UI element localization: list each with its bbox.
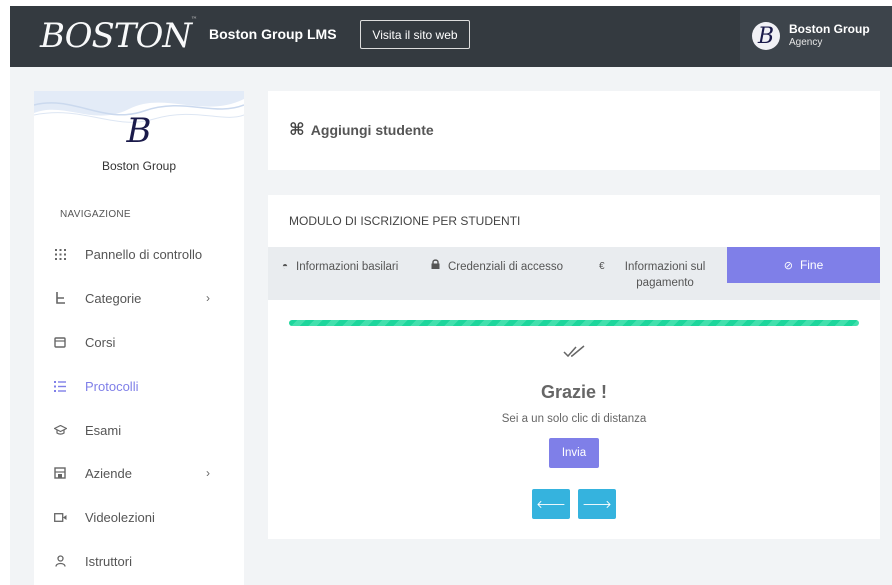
visit-website-button[interactable]: Visita il sito web (360, 20, 470, 49)
chevron-right-icon: › (206, 466, 210, 480)
sidebar-item-exams[interactable]: Esami (34, 415, 244, 445)
sidebar-item-label: Istruttori (85, 553, 132, 569)
avatar: B (752, 22, 780, 50)
sidebar-item-label: Categorie (85, 290, 142, 306)
app-title: Boston Group LMS (209, 26, 337, 42)
wizard-steps: ◓ Informazioni basilari Credenziali di a… (268, 247, 880, 300)
video-icon (53, 510, 67, 524)
sidebar-item-companies[interactable]: Aziende › (34, 458, 244, 488)
arrow-left-icon: 🡐 (536, 499, 566, 511)
step-credentials[interactable]: Credenziali di accesso (431, 259, 563, 275)
chevron-right-icon: › (206, 291, 210, 305)
sidebar-item-instructors[interactable]: Istruttori (34, 546, 244, 576)
top-header: BOSTON™ Boston Group LMS Visita il sito … (10, 6, 892, 67)
step-finish[interactable]: ⊘ Fine (727, 247, 880, 283)
enrollment-form-card: MODULO DI ISCRIZIONE PER STUDENTI ◓ Info… (268, 195, 880, 539)
book-icon (53, 335, 67, 349)
sidebar-item-label: Esami (85, 422, 122, 438)
sidebar-item-label: Videolezioni (85, 509, 155, 525)
building-icon (53, 466, 67, 480)
grid-icon (53, 247, 67, 261)
page-title-card: ⌘ Aggiungi studente (268, 91, 880, 170)
sidebar: B Boston Group NAVIGAZIONE Pannello di c… (34, 91, 244, 585)
check-circle-icon: ⊘ (783, 259, 793, 272)
list-icon (53, 379, 67, 393)
sidebar-item-video-lessons[interactable]: Videolezioni (34, 502, 244, 532)
user-icon (53, 554, 67, 568)
info-icon: ◓ (282, 261, 289, 272)
next-button[interactable]: 🡒 (578, 489, 616, 519)
thanks-subtitle: Sei a un solo clic di distanza (501, 413, 647, 425)
step-payment[interactable]: € Informazioni sul pagamento (599, 259, 718, 291)
euro-icon: € (599, 261, 605, 272)
sidebar-item-protocols[interactable]: Protocolli (34, 371, 244, 401)
thanks-heading: Grazie ! (540, 382, 608, 402)
user-menu[interactable]: B Boston Group Agency (740, 6, 892, 67)
double-check-icon (268, 345, 880, 364)
previous-button[interactable]: 🡐 (532, 489, 570, 519)
sidebar-item-dashboard[interactable]: Pannello di controllo (34, 239, 244, 269)
progress-bar (289, 320, 859, 326)
org-name: Boston Group (101, 159, 177, 173)
user-subtitle: Agency (789, 37, 823, 48)
sidebar-item-label: Pannello di controllo (85, 246, 203, 262)
brand-logo[interactable]: BOSTON™ (40, 16, 197, 56)
sidebar-item-categories[interactable]: Categorie › (34, 283, 244, 313)
step-basic-info[interactable]: ◓ Informazioni basilari (282, 259, 398, 275)
sidebar-brand: B Boston Group (34, 91, 244, 191)
lock-icon (431, 259, 440, 275)
sidebar-item-label: Protocolli (85, 378, 139, 394)
submit-button[interactable]: Invia (549, 438, 599, 468)
command-icon: ⌘ (289, 120, 305, 139)
user-name: Boston Group (789, 22, 870, 36)
tree-icon (53, 291, 67, 305)
sidebar-item-label: Aziende (85, 465, 132, 481)
graduation-cap-icon (53, 423, 67, 437)
brand-mark-icon: B (126, 111, 152, 151)
sidebar-item-courses[interactable]: Corsi (34, 327, 244, 357)
arrow-right-icon: 🡒 (582, 499, 612, 511)
page-title: ⌘ Aggiungi studente (289, 120, 434, 139)
nav-heading: NAVIGAZIONE (60, 209, 131, 220)
sidebar-item-label: Corsi (85, 334, 116, 350)
form-title: MODULO DI ISCRIZIONE PER STUDENTI (289, 214, 521, 228)
